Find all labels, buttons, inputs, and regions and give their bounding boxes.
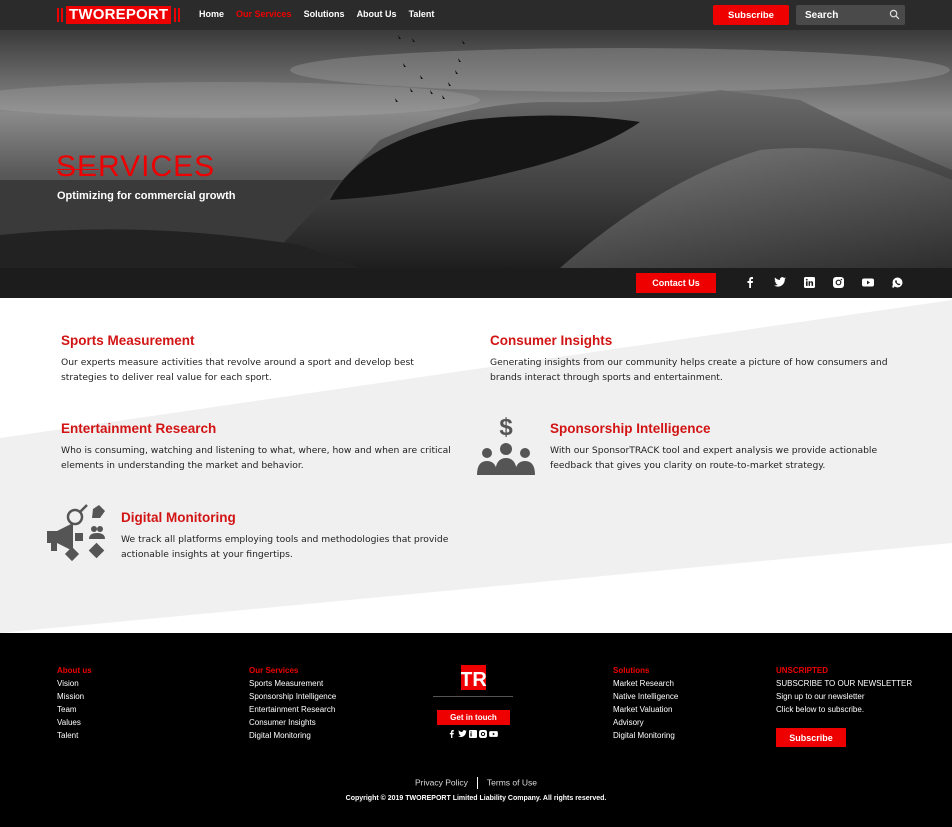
footer-link[interactable]: Market Valuation — [613, 703, 678, 716]
nav-link-about-us[interactable]: About Us — [357, 9, 397, 19]
tworeport-logo[interactable]: TWOREPORT — [57, 6, 181, 24]
nav-links: Home Our Services Solutions About Us Tal… — [199, 9, 434, 19]
footer-link[interactable]: Market Research — [613, 677, 678, 690]
search-input[interactable] — [796, 5, 886, 25]
legal-links: Privacy Policy Terms of Use — [0, 777, 952, 789]
contact-bar: Contact Us — [0, 268, 952, 298]
service-consumer-insights: Consumer Insights Generating insights fr… — [490, 333, 890, 385]
get-in-touch-button[interactable]: Get in touch — [437, 710, 510, 725]
whatsapp-icon[interactable] — [892, 277, 903, 288]
footer-link[interactable]: Vision — [57, 677, 92, 690]
footer-link[interactable]: Values — [57, 716, 92, 729]
hero-background-image — [0, 30, 952, 268]
logo-text: TWOREPORT — [66, 6, 172, 24]
footer: About us Vision Mission Team Values Tale… — [0, 633, 952, 827]
svg-text:$: $ — [499, 414, 513, 441]
privacy-policy-link[interactable]: Privacy Policy — [415, 777, 468, 787]
footer-link[interactable]: Digital Monitoring — [249, 729, 336, 742]
service-title[interactable]: Sports Measurement — [61, 333, 461, 348]
footer-link[interactable]: Talent — [57, 729, 92, 742]
service-title[interactable]: Digital Monitoring — [121, 510, 471, 525]
service-entertainment-research: Entertainment Research Who is consuming,… — [61, 421, 461, 473]
footer-heading: About us — [57, 666, 92, 675]
instagram-icon[interactable] — [479, 730, 487, 738]
page-subtitle: Optimizing for commercial growth — [57, 190, 236, 202]
nav-link-talent[interactable]: Talent — [409, 9, 435, 19]
service-title[interactable]: Consumer Insights — [490, 333, 890, 348]
footer-tr-logo[interactable]: TR — [461, 665, 486, 690]
service-sponsorship-intelligence: Sponsorship Intelligence With our Sponso… — [550, 421, 900, 473]
nav-link-our-services[interactable]: Our Services — [236, 9, 292, 19]
search-box — [796, 5, 905, 25]
service-description: Generating insights from our community h… — [490, 357, 888, 383]
svg-text:TR: TR — [461, 669, 486, 690]
service-title[interactable]: Sponsorship Intelligence — [550, 421, 900, 436]
nav-link-solutions[interactable]: Solutions — [304, 9, 345, 19]
twitter-icon[interactable] — [774, 277, 786, 288]
subscribe-button[interactable]: Subscribe — [713, 5, 789, 25]
sponsorship-people-dollar-icon: $ — [477, 414, 535, 475]
footer-services-column: Our Services Sports Measurement Sponsors… — [249, 664, 336, 742]
search-icon[interactable] — [889, 9, 900, 20]
instagram-icon[interactable] — [833, 277, 844, 288]
footer-link[interactable]: Consumer Insights — [249, 716, 336, 729]
newsletter-title: SUBSCRIBE TO OUR NEWSLETTER — [776, 679, 913, 688]
service-digital-monitoring: Digital Monitoring We track all platform… — [121, 510, 471, 562]
service-description: With our SponsorTRACK tool and expert an… — [550, 445, 878, 471]
footer-link[interactable]: Mission — [57, 690, 92, 703]
facebook-icon[interactable] — [745, 277, 756, 288]
youtube-icon[interactable] — [489, 730, 498, 738]
footer-link[interactable]: Sports Measurement — [249, 677, 336, 690]
nav-link-home[interactable]: Home — [199, 9, 224, 19]
service-description: Who is consuming, watching and listening… — [61, 445, 451, 471]
copyright-text: Copyright © 2019 TWOREPORT Limited Liabi… — [345, 795, 607, 802]
footer-link[interactable]: Entertainment Research — [249, 703, 336, 716]
footer-link[interactable]: Team — [57, 703, 92, 716]
footer-solutions-column: Solutions Market Research Native Intelli… — [613, 664, 678, 742]
page-title: SERVICES — [56, 150, 216, 183]
footer-social-links — [448, 730, 498, 738]
footer-link[interactable]: Advisory — [613, 716, 678, 729]
newsletter-text: Sign up to our newsletter — [776, 692, 865, 701]
service-description: We track all platforms employing tools a… — [121, 534, 449, 560]
newsletter-text: Click below to subscribe. — [776, 705, 865, 714]
twitter-icon[interactable] — [458, 730, 467, 738]
facebook-icon[interactable] — [448, 730, 456, 738]
footer-divider — [433, 696, 513, 697]
footer-about-column: About us Vision Mission Team Values Tale… — [57, 664, 92, 742]
footer-newsletter-column: UNSCRIPTED SUBSCRIBE TO OUR NEWSLETTER S… — [776, 664, 912, 716]
footer-link[interactable]: Digital Monitoring — [613, 729, 678, 742]
footer-link[interactable]: Native Intelligence — [613, 690, 678, 703]
youtube-icon[interactable] — [862, 277, 874, 288]
footer-heading: UNSCRIPTED — [776, 666, 829, 675]
terms-of-use-link[interactable]: Terms of Use — [487, 777, 537, 787]
footer-subscribe-button[interactable]: Subscribe — [776, 728, 846, 747]
top-navigation: TWOREPORT Home Our Services Solutions Ab… — [0, 0, 952, 30]
services-section: Sports Measurement Our experts measure a… — [0, 298, 952, 633]
hero-banner: SERVICES Optimizing for commercial growt… — [0, 30, 952, 268]
linkedin-icon[interactable] — [804, 277, 815, 288]
contact-us-button[interactable]: Contact Us — [636, 273, 716, 293]
social-links — [745, 277, 903, 288]
footer-heading: Solutions — [613, 666, 650, 675]
service-sports-measurement: Sports Measurement Our experts measure a… — [61, 333, 461, 385]
linkedin-icon[interactable] — [469, 730, 477, 738]
service-description: Our experts measure activities that revo… — [61, 357, 414, 383]
footer-link[interactable]: Sponsorship Intelligence — [249, 690, 336, 703]
service-title[interactable]: Entertainment Research — [61, 421, 461, 436]
footer-heading: Our Services — [249, 666, 299, 675]
digital-monitoring-megaphone-icon — [47, 504, 105, 562]
